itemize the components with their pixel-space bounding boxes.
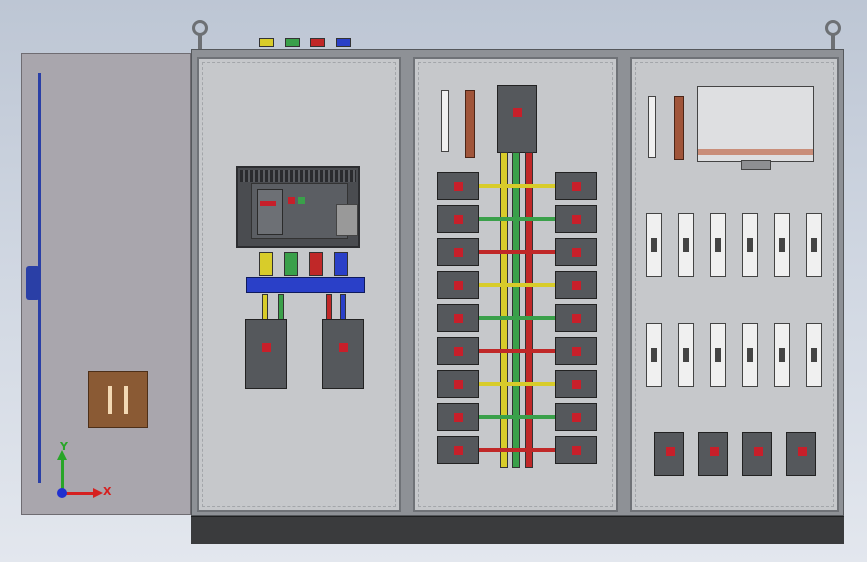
- earth-busbar-aux: [674, 96, 684, 160]
- neutral-terminal-bar-aux: [648, 96, 656, 158]
- eyebolt-stem: [198, 35, 202, 49]
- cable-gland: [741, 160, 771, 170]
- top-terminal-l3: [310, 38, 325, 47]
- feeder-mccb-5-left[interactable]: [437, 304, 479, 332]
- rcbo-2[interactable]: [698, 432, 728, 476]
- eyebolt-stem: [831, 35, 835, 49]
- bus-link-strap: [479, 283, 555, 287]
- bus-link-strap: [479, 217, 555, 221]
- neutral-busbar: [246, 277, 365, 293]
- feeder-mccb-1-right[interactable]: [555, 172, 597, 200]
- mcb-10[interactable]: [742, 323, 758, 387]
- acb-bus-l2: [284, 252, 298, 276]
- mcb-8[interactable]: [678, 323, 694, 387]
- mcb-1[interactable]: [646, 213, 662, 277]
- x-axis-arrowhead-icon: [93, 488, 103, 498]
- rcbo-1[interactable]: [654, 432, 684, 476]
- neutral-terminal-bar: [441, 90, 449, 152]
- z-axis-origin-icon: [57, 488, 67, 498]
- bus-link-strap: [479, 382, 555, 386]
- y-axis-label: Y: [60, 440, 68, 453]
- mcb-4[interactable]: [742, 213, 758, 277]
- feeder-mccb-1-left[interactable]: [437, 172, 479, 200]
- mcb-7[interactable]: [646, 323, 662, 387]
- cad-viewport[interactable]: Y X: [0, 0, 867, 562]
- acb-bus-l3: [309, 252, 323, 276]
- feeder-mccb-7-left[interactable]: [437, 370, 479, 398]
- x-axis-label: X: [103, 485, 112, 498]
- feeder-mccb-8-right[interactable]: [555, 403, 597, 431]
- rcbo-3[interactable]: [742, 432, 772, 476]
- lifting-eyebolt-left-icon: [192, 20, 208, 36]
- mcb-5[interactable]: [774, 213, 790, 277]
- feeder-mccb-2-right[interactable]: [555, 205, 597, 233]
- acb-front-face: [251, 183, 358, 239]
- outgoing-mccb-2[interactable]: [322, 319, 364, 389]
- top-terminal-l1: [259, 38, 274, 47]
- bus-link-strap: [479, 316, 555, 320]
- vertical-busbar-l2: [512, 152, 520, 468]
- acb-bus-n: [334, 252, 348, 276]
- feeder-mccb-6-right[interactable]: [555, 337, 597, 365]
- terminal-block-enclosure[interactable]: [697, 86, 814, 162]
- feeder-mccb-9-left[interactable]: [437, 436, 479, 464]
- x-axis-arrow: [64, 492, 94, 495]
- earth-busbar: [465, 90, 475, 158]
- mcb-12[interactable]: [806, 323, 822, 387]
- feeder-mccb-8-left[interactable]: [437, 403, 479, 431]
- feeder-mccb-6-left[interactable]: [437, 337, 479, 365]
- mcb-6[interactable]: [806, 213, 822, 277]
- cabinet-plinth: [191, 516, 844, 544]
- top-terminal-l2: [285, 38, 300, 47]
- bus-link-strap: [479, 448, 555, 452]
- feeder-mccb-9-right[interactable]: [555, 436, 597, 464]
- feeder-mccb-4-left[interactable]: [437, 271, 479, 299]
- mcb-11[interactable]: [774, 323, 790, 387]
- lifting-eyebolt-right-icon: [825, 20, 841, 36]
- acb-bus-l1: [259, 252, 273, 276]
- rcbo-4[interactable]: [786, 432, 816, 476]
- door-handle: [26, 266, 40, 300]
- feeder-mccb-7-right[interactable]: [555, 370, 597, 398]
- feeder-mccb-3-right[interactable]: [555, 238, 597, 266]
- feeder-mccb-4-right[interactable]: [555, 271, 597, 299]
- vertical-busbar-l3: [525, 152, 533, 468]
- feeder-mccb-3-left[interactable]: [437, 238, 479, 266]
- cabinet-door[interactable]: [21, 53, 191, 515]
- door-document-holder: [88, 371, 148, 428]
- bus-link-strap: [479, 349, 555, 353]
- bus-link-strap: [479, 415, 555, 419]
- feeder-mccb-2-left[interactable]: [437, 205, 479, 233]
- feeder-mccb-5-right[interactable]: [555, 304, 597, 332]
- outgoing-mccb-1[interactable]: [245, 319, 287, 389]
- main-mccb[interactable]: [497, 85, 537, 153]
- bus-link-strap: [479, 184, 555, 188]
- bus-link-strap: [479, 250, 555, 254]
- vertical-busbar-l1: [500, 152, 508, 468]
- mcb-3[interactable]: [710, 213, 726, 277]
- mcb-2[interactable]: [678, 213, 694, 277]
- mcb-9[interactable]: [710, 323, 726, 387]
- top-terminal-n: [336, 38, 351, 47]
